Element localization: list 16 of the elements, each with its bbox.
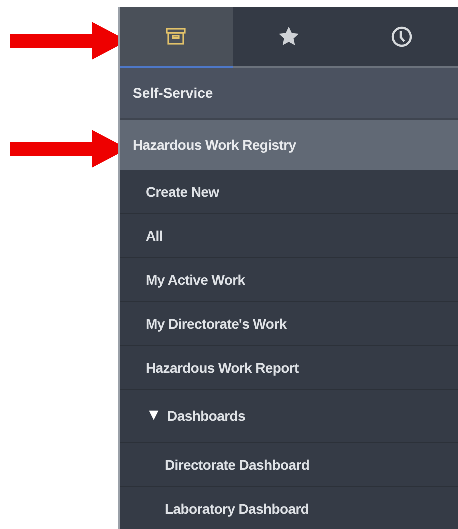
section-header: Self-Service [120, 68, 458, 120]
triangle-toggle[interactable]: ▼ [146, 407, 162, 425]
menu-item[interactable]: Hazardous Work Report [120, 346, 458, 390]
menu-item[interactable]: My Directorate's Work [120, 302, 458, 346]
star-icon [278, 26, 300, 47]
menu-item[interactable]: Create New [120, 170, 458, 214]
clock-icon [390, 26, 413, 48]
menu-group[interactable]: ▼ Dashboards [120, 390, 458, 443]
menu-item[interactable]: My Active Work [120, 258, 458, 302]
archive-box-icon [166, 28, 186, 45]
menu-item[interactable]: All [120, 214, 458, 258]
module-header[interactable]: Hazardous Work Registry [120, 120, 458, 170]
menu-item[interactable]: Directorate Dashboard [120, 443, 458, 487]
menu-item[interactable]: Laboratory Dashboard [120, 487, 458, 529]
menu-group-label: Dashboards [168, 408, 246, 424]
nav-tab[interactable] [120, 7, 233, 68]
